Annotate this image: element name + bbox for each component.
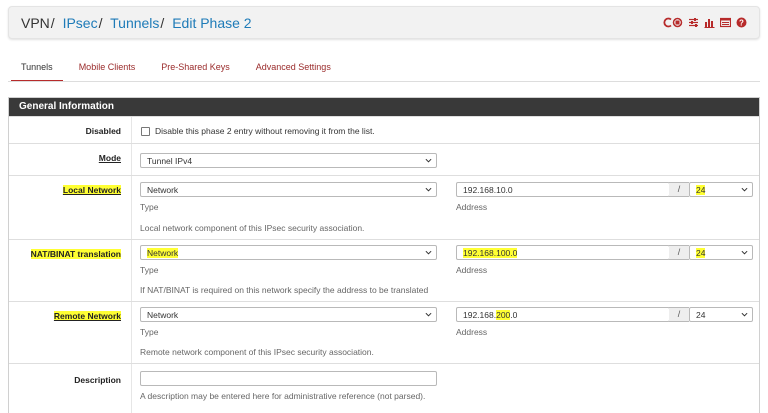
description-row: Description A description may be entered… (9, 363, 759, 413)
breadcrumb-ipsec-link[interactable]: IPsec (63, 15, 98, 31)
chevron-down-icon (741, 250, 748, 255)
chevron-down-icon (425, 187, 432, 192)
column-divider (131, 117, 132, 143)
column-divider (131, 240, 132, 301)
disabled-checkbox-text: Disable this phase 2 entry without remov… (155, 126, 375, 136)
restart-service-icon[interactable] (663, 17, 683, 28)
tab-divider (8, 81, 760, 82)
cidr-separator: / (669, 182, 689, 197)
remote-network-mask-select[interactable]: 24 (689, 307, 753, 322)
remote-network-mask-value: 24 (696, 310, 706, 320)
remote-network-type-value: Network (147, 310, 179, 320)
nat-binat-row: NAT/BINAT translation Network Type 192.1… (9, 239, 759, 301)
remote-network-address-suffix: .0 (510, 310, 518, 320)
chevron-down-icon (741, 312, 748, 317)
toolbar-icons: ? (663, 17, 747, 28)
cidr-separator: / (669, 307, 689, 322)
chevron-down-icon (741, 187, 748, 192)
breadcrumb-bar: VPN/ IPsec/ Tunnels/ Edit Phase 2 ? (8, 6, 760, 39)
nat-binat-help-text: If NAT/BINAT is required on this network… (140, 285, 429, 295)
disabled-checkbox[interactable] (141, 127, 150, 136)
tab-tunnels[interactable]: Tunnels (8, 58, 66, 82)
log-list-icon[interactable] (720, 17, 731, 28)
local-network-mask-value: 24 (696, 185, 706, 195)
tab-pre-shared-keys[interactable]: Pre-Shared Keys (148, 58, 243, 80)
general-information-panel: General Information Disabled Disable thi… (8, 97, 760, 413)
remote-network-type-select[interactable]: Network (140, 307, 437, 322)
mode-row: Mode Tunnel IPv4 (9, 143, 759, 175)
local-network-address-input[interactable]: 192.168.10.0 (456, 182, 670, 197)
nat-binat-type-value: Network (147, 248, 179, 258)
breadcrumb-edit-phase2-link[interactable]: Edit Phase 2 (172, 15, 251, 31)
local-network-row: Local Network Network Type 192.168.10.0 … (9, 175, 759, 239)
breadcrumb: VPN/ IPsec/ Tunnels/ Edit Phase 2 (21, 15, 252, 31)
local-network-address-value: 192.168.10.0 (463, 185, 513, 195)
remote-network-row: Remote Network Network Type 192.168.200.… (9, 301, 759, 363)
svg-text:?: ? (739, 19, 744, 28)
local-network-help-text: Local network component of this IPsec se… (140, 223, 365, 233)
mode-label: Mode (98, 153, 121, 163)
chevron-down-icon (425, 158, 432, 163)
column-divider (131, 302, 132, 363)
remote-network-label: Remote Network (53, 311, 121, 321)
chevron-down-icon (425, 250, 432, 255)
local-network-mask-select[interactable]: 24 (689, 182, 753, 197)
disabled-label: Disabled (85, 126, 121, 136)
column-divider (131, 364, 132, 413)
breadcrumb-separator: / (98, 15, 103, 31)
nat-binat-label: NAT/BINAT translation (30, 249, 121, 259)
remote-network-address-prefix: 192.168. (463, 310, 497, 320)
mode-select[interactable]: Tunnel IPv4 (140, 153, 437, 168)
breadcrumb-tunnels-link[interactable]: Tunnels (110, 15, 159, 31)
remote-network-address-caption: Address (456, 327, 488, 337)
nat-binat-type-caption: Type (140, 265, 159, 275)
nat-binat-type-select[interactable]: Network (140, 245, 437, 260)
tab-bar: Tunnels Mobile Clients Pre-Shared Keys A… (8, 58, 344, 82)
nat-binat-address-input[interactable]: 192.168.100.0 (456, 245, 670, 260)
breadcrumb-separator: / (160, 15, 165, 31)
nat-binat-address-caption: Address (456, 265, 488, 275)
description-input[interactable] (140, 371, 437, 386)
disabled-row: Disabled Disable this phase 2 entry with… (9, 116, 759, 143)
remote-network-help-text: Remote network component of this IPsec s… (140, 347, 374, 357)
nat-binat-address-value: 192.168.100.0 (463, 248, 518, 258)
bar-chart-icon[interactable] (704, 17, 715, 28)
chevron-down-icon (425, 312, 432, 317)
nat-binat-mask-select[interactable]: 24 (689, 245, 753, 260)
remote-network-type-caption: Type (140, 327, 159, 337)
tab-mobile-clients[interactable]: Mobile Clients (66, 58, 149, 80)
panel-title: General Information (9, 98, 759, 116)
nat-binat-mask-value: 24 (696, 248, 706, 258)
help-icon[interactable]: ? (736, 17, 747, 28)
settings-sliders-icon[interactable] (688, 17, 699, 28)
remote-network-address-highlight: 200 (496, 310, 511, 320)
description-label: Description (74, 375, 121, 385)
local-network-type-select[interactable]: Network (140, 182, 437, 197)
local-network-type-caption: Type (140, 202, 159, 212)
column-divider (131, 176, 132, 239)
local-network-address-caption: Address (456, 202, 488, 212)
tab-advanced-settings[interactable]: Advanced Settings (243, 58, 344, 80)
column-divider (131, 144, 132, 175)
local-network-label: Local Network (62, 185, 121, 195)
breadcrumb-separator: / (50, 15, 55, 31)
remote-network-address-input[interactable]: 192.168.200.0 (456, 307, 670, 322)
mode-select-value: Tunnel IPv4 (147, 156, 193, 166)
breadcrumb-vpn: VPN (21, 15, 50, 31)
description-help-text: A description may be entered here for ad… (140, 391, 426, 401)
cidr-separator: / (669, 245, 689, 260)
local-network-type-value: Network (147, 185, 179, 195)
